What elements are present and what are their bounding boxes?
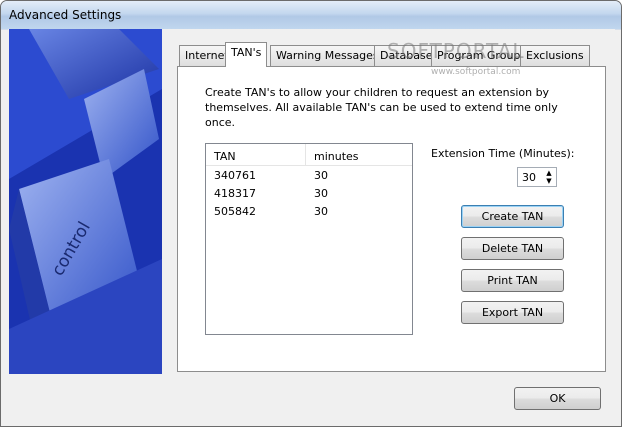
tab-exclusions[interactable]: Exclusions bbox=[520, 45, 590, 66]
extension-time-value: 30 bbox=[522, 171, 536, 184]
keyboard-banner-image: control bbox=[9, 29, 162, 374]
print-tan-button[interactable]: Print TAN bbox=[461, 269, 564, 292]
export-tan-button[interactable]: Export TAN bbox=[461, 301, 564, 324]
create-tan-button[interactable]: Create TAN bbox=[461, 205, 564, 228]
tab-tans[interactable]: TAN's bbox=[225, 42, 268, 67]
delete-tan-button[interactable]: Delete TAN bbox=[461, 237, 564, 260]
extension-time-stepper[interactable]: 30 ▲ ▼ bbox=[517, 167, 557, 187]
tan-cell: 418317 bbox=[214, 187, 256, 200]
dialog-client-area: control Internet TAN's Warning Messages … bbox=[8, 29, 615, 421]
tan-list[interactable]: TAN minutes 340761 30 418317 30 505842 3… bbox=[205, 143, 413, 335]
tan-cell: 505842 bbox=[214, 205, 256, 218]
tan-list-header: TAN minutes bbox=[206, 144, 412, 166]
tab-warning-messages[interactable]: Warning Messages bbox=[270, 45, 385, 66]
table-row[interactable]: 505842 30 bbox=[206, 202, 412, 220]
minutes-cell: 30 bbox=[314, 205, 328, 218]
window-title: Advanced Settings bbox=[9, 8, 122, 22]
title-bar[interactable]: Advanced Settings bbox=[1, 1, 621, 29]
tan-cell: 340761 bbox=[214, 169, 256, 182]
minutes-cell: 30 bbox=[314, 169, 328, 182]
watermark-text: SOFTPORTAL bbox=[387, 39, 525, 63]
tans-tab-panel: Create TAN's to allow your children to r… bbox=[177, 66, 606, 372]
extension-time-label: Extension Time (Minutes): bbox=[431, 147, 575, 160]
watermark-url: www.softportal.com bbox=[431, 67, 521, 77]
spin-down-icon[interactable]: ▼ bbox=[543, 177, 555, 185]
column-header-tan[interactable]: TAN bbox=[206, 144, 306, 165]
column-header-minutes[interactable]: minutes bbox=[306, 144, 359, 165]
table-row[interactable]: 418317 30 bbox=[206, 184, 412, 202]
minutes-cell: 30 bbox=[314, 187, 328, 200]
ok-button[interactable]: OK bbox=[514, 387, 601, 410]
advanced-settings-window: Advanced Settings control Internet TAN's… bbox=[0, 0, 622, 427]
spin-up-icon[interactable]: ▲ bbox=[543, 169, 555, 177]
tans-description: Create TAN's to allow your children to r… bbox=[205, 86, 558, 129]
table-row[interactable]: 340761 30 bbox=[206, 166, 412, 184]
spin-arrows[interactable]: ▲ ▼ bbox=[543, 169, 555, 185]
